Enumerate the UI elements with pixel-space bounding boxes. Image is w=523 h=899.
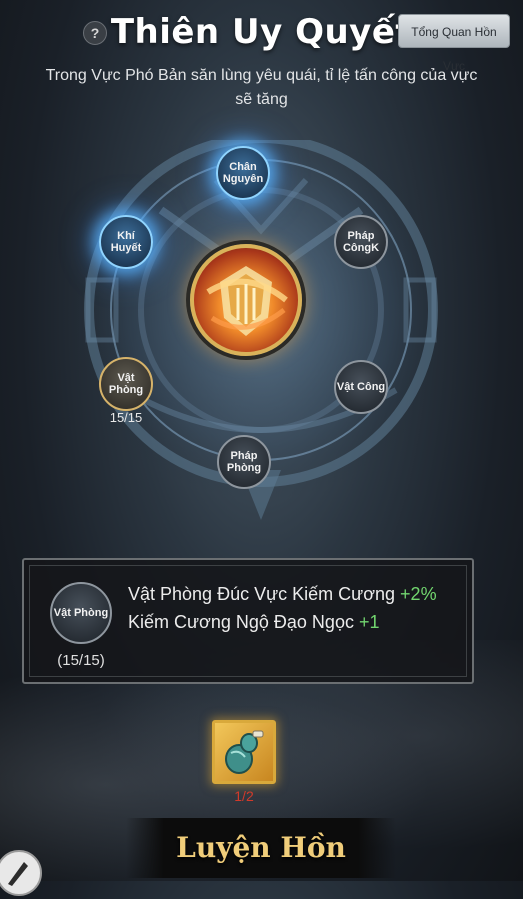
stat-line-2-text: Kiếm Cương Ngộ Đạo Ngọc [128,612,354,632]
item-count: 1/2 [234,788,254,804]
node-vat-phong-count: 15/15 [109,410,143,425]
jade-gourd-icon [225,730,264,774]
stat-line-1-bonus: +2% [400,584,437,604]
node-vat-phong[interactable]: Vật Phòng [99,357,153,411]
feather-quill-icon[interactable] [0,850,42,896]
node-khi-huyet[interactable]: Khí Huyết [99,215,153,269]
stat-line-1: Vật Phòng Đúc Vực Kiếm Cương +2% [128,584,437,605]
node-vat-cong[interactable]: Vật Công [334,360,388,414]
page-subtitle: Trong Vực Phó Bản săn lùng yêu quái, tỉ … [45,67,478,108]
item-slot[interactable] [212,720,276,784]
stat-line-1-text: Vật Phòng Đúc Vực Kiếm Cương [128,584,396,604]
stat-line-2: Kiếm Cương Ngộ Đạo Ngọc +1 [128,612,380,633]
overview-button[interactable]: Tổng Quan Hồn Vực [398,14,510,73]
node-phap-phong[interactable]: Pháp Phòng [217,435,271,489]
golden-shield-icon[interactable] [190,244,302,356]
panel-node-count: (15/15) [57,652,105,669]
node-phap-cong[interactable]: Pháp CôngK [334,215,388,269]
panel-node-vat-phong: Vật Phòng [50,582,112,644]
node-chan-nguyen[interactable]: Chân Nguyên [216,146,270,200]
train-soul-button[interactable]: Luyện Hồn [126,818,396,878]
stat-line-2-bonus: +1 [358,612,380,632]
attribute-panel: Vật Phòng (15/15) Vật Phòng Đúc Vực Kiếm… [22,558,474,684]
